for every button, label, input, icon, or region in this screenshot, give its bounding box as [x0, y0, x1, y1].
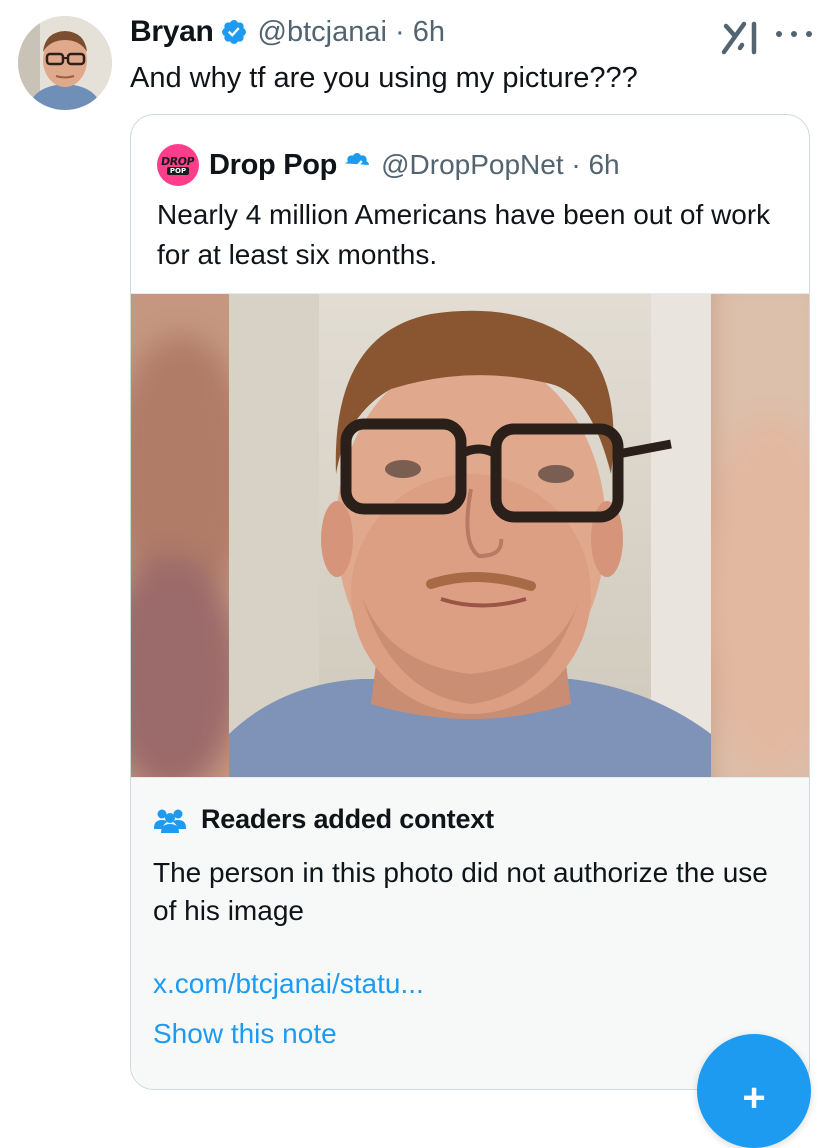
community-note-title: Readers added context — [201, 804, 494, 834]
tweet-header: Bryan @btcjanai · 6h — [130, 12, 445, 52]
grok-icon[interactable] — [718, 18, 762, 58]
author-name[interactable]: Bryan — [130, 15, 214, 49]
community-note-source-link[interactable]: x.com/btcjanai/statu... — [153, 968, 424, 1000]
more-dot — [776, 31, 782, 37]
quoted-tweet-photo[interactable] — [131, 293, 809, 778]
community-notes-icon — [154, 809, 186, 833]
plus-icon: + — [742, 1076, 766, 1120]
more-dot — [791, 31, 797, 37]
community-note-body: The person in this photo did not authori… — [153, 857, 768, 926]
quoted-tweet-card[interactable]: DROP POP Drop Pop @DropPopNet · 6h Nearl… — [130, 114, 810, 1090]
compose-fab-button[interactable]: + — [697, 1034, 811, 1148]
community-note-header: Readers added context — [153, 804, 494, 835]
more-options-icon[interactable] — [776, 28, 812, 40]
show-note-link[interactable]: Show this note — [153, 1018, 337, 1050]
community-note[interactable]: Readers added context The person in this… — [131, 777, 809, 1089]
author-avatar[interactable] — [18, 16, 112, 110]
quoted-tweet-header: DROP POP Drop Pop @DropPopNet · 6h — [157, 144, 620, 186]
portrait-image — [131, 294, 809, 778]
quoted-author-handle-time[interactable]: @DropPopNet · 6h — [381, 149, 620, 181]
quoted-tweet-text: Nearly 4 million Americans have been out… — [157, 199, 771, 270]
verified-badge-icon — [221, 20, 246, 44]
author-handle-time[interactable]: @btcjanai · 6h — [258, 16, 445, 49]
quoted-author-name[interactable]: Drop Pop — [209, 149, 337, 182]
drop-pop-logo[interactable]: DROP POP — [157, 144, 199, 186]
more-dot — [806, 31, 812, 37]
avatar-photo — [18, 16, 112, 110]
tweet-text: And why tf are you using my picture??? — [130, 62, 638, 94]
logo-text-top: DROP — [160, 154, 196, 168]
verified-badge-icon — [345, 153, 370, 170]
